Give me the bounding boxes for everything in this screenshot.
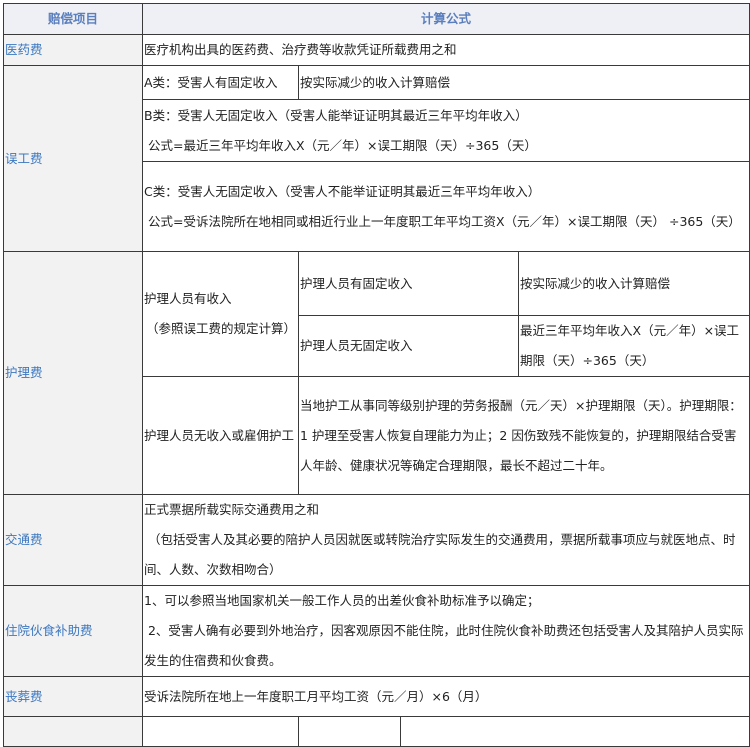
table-row: 住院伙食补助费 1、可以参照当地国家机关一般工作人员的出差伙食补助标准予以确定；…: [3, 585, 750, 677]
lost-wages-b-line1: B类：受害人无固定收入（受害人能举证证明其最近三年平均年收入）: [144, 107, 528, 123]
partial-cell: [298, 716, 401, 747]
nursing-with-income-label: 护理人员有收入: [144, 291, 232, 306]
meal-formula: 1、可以参照当地国家机关一般工作人员的出差伙食补助标准予以确定； 2、受害人确有…: [141, 585, 750, 677]
nursing-no-income-formula: 当地护工从事同等级别护理的劳务报酬（元／天）×护理期限（天）。护理期限：1 护理…: [297, 376, 750, 495]
lost-wages-c: C类：受害人无固定收入（受害人不能举证证明其最近三年平均年收入） 公式=受诉法院…: [141, 161, 750, 252]
item-transport: 交通费: [3, 494, 143, 586]
item-lost-wages: 误工费: [3, 65, 143, 252]
compensation-table: 赔偿项目 计算公式 医药费 医疗机构出具的医药费、治疗费等收款凭证所载费用之和 …: [3, 3, 750, 747]
formula-medical: 医疗机构出具的医药费、治疗费等收款凭证所载费用之和: [141, 34, 750, 66]
meal-line1: 1、可以参照当地国家机关一般工作人员的出差伙食补助标准予以确定；: [144, 593, 540, 608]
lost-wages-b: B类：受害人无固定收入（受害人能举证证明其最近三年平均年收入） 公式=最近三年平…: [141, 99, 750, 162]
item-medical: 医药费: [3, 34, 143, 66]
table-header-row: 赔偿项目 计算公式: [3, 3, 750, 35]
lost-wages-c-line2: 公式=受诉法院所在地相同或相近行业上一年度职工年平均工资X（元／年）×误工期限（…: [144, 213, 741, 229]
funeral-formula: 受诉法院所在地上一年度职工月平均工资（元／月）×6（月）: [141, 676, 750, 717]
table-row: 交通费 正式票据所载实际交通费用之和 （包括受害人及其必要的陪护人员因就医或转院…: [3, 494, 750, 586]
table-row: 医药费 医疗机构出具的医药费、治疗费等收款凭证所载费用之和: [3, 34, 750, 66]
nursing-no-fixed-formula: 最近三年平均年收入X（元／年）×误工期限（天）÷365（天）: [517, 315, 750, 377]
table-row: 护理费 护理人员有收入 （参照误工费的规定计算） 护理人员有固定收入 按实际减少…: [3, 251, 750, 495]
nursing-fixed-formula: 按实际减少的收入计算赔偿: [517, 251, 750, 316]
partial-cell: [142, 716, 299, 747]
lost-wages-b-line2: 公式=最近三年平均年收入X（元／年）×误工期限（天）÷365（天）: [144, 137, 537, 153]
item-nursing: 护理费: [3, 251, 143, 495]
nursing-with-income: 护理人员有收入 （参照误工费的规定计算）: [142, 251, 299, 377]
header-formula: 计算公式: [141, 3, 750, 35]
header-item: 赔偿项目: [3, 3, 143, 35]
lost-wages-c-line1: C类：受害人无固定收入（受害人不能举证证明其最近三年平均年收入）: [144, 183, 541, 199]
nursing-with-income-note: （参照误工费的规定计算）: [146, 321, 297, 336]
table-row-partial: [3, 716, 750, 747]
lost-wages-a-label: A类：受害人有固定收入: [142, 65, 299, 100]
transport-line1: 正式票据所载实际交通费用之和: [144, 502, 320, 517]
nursing-no-income: 护理人员无收入或雇佣护工: [142, 376, 299, 495]
table-row: 误工费 A类：受害人有固定收入 按实际减少的收入计算赔偿: [3, 65, 750, 252]
nursing-no-fixed-income: 护理人员无固定收入: [298, 315, 519, 377]
partial-cell: [399, 716, 750, 747]
partial-cell: [3, 716, 143, 747]
nursing-fixed-income: 护理人员有固定收入: [298, 251, 519, 316]
transport-line2: （包括受害人及其必要的陪护人员因就医或转院治疗实际发生的交通费用，票据所载事项应…: [144, 532, 736, 577]
item-meal-allowance: 住院伙食补助费: [3, 585, 143, 677]
table-row: 丧葬费 受诉法院所在地上一年度职工月平均工资（元／月）×6（月）: [3, 676, 750, 717]
lost-wages-a-formula: 按实际减少的收入计算赔偿: [297, 65, 750, 100]
transport-formula: 正式票据所载实际交通费用之和 （包括受害人及其必要的陪护人员因就医或转院治疗实际…: [141, 494, 750, 586]
meal-line2: 2、受害人确有必要到外地治疗，因客观原因不能住院，此时住院伙食补助费还包括受害人…: [144, 623, 744, 668]
item-funeral: 丧葬费: [3, 676, 143, 717]
